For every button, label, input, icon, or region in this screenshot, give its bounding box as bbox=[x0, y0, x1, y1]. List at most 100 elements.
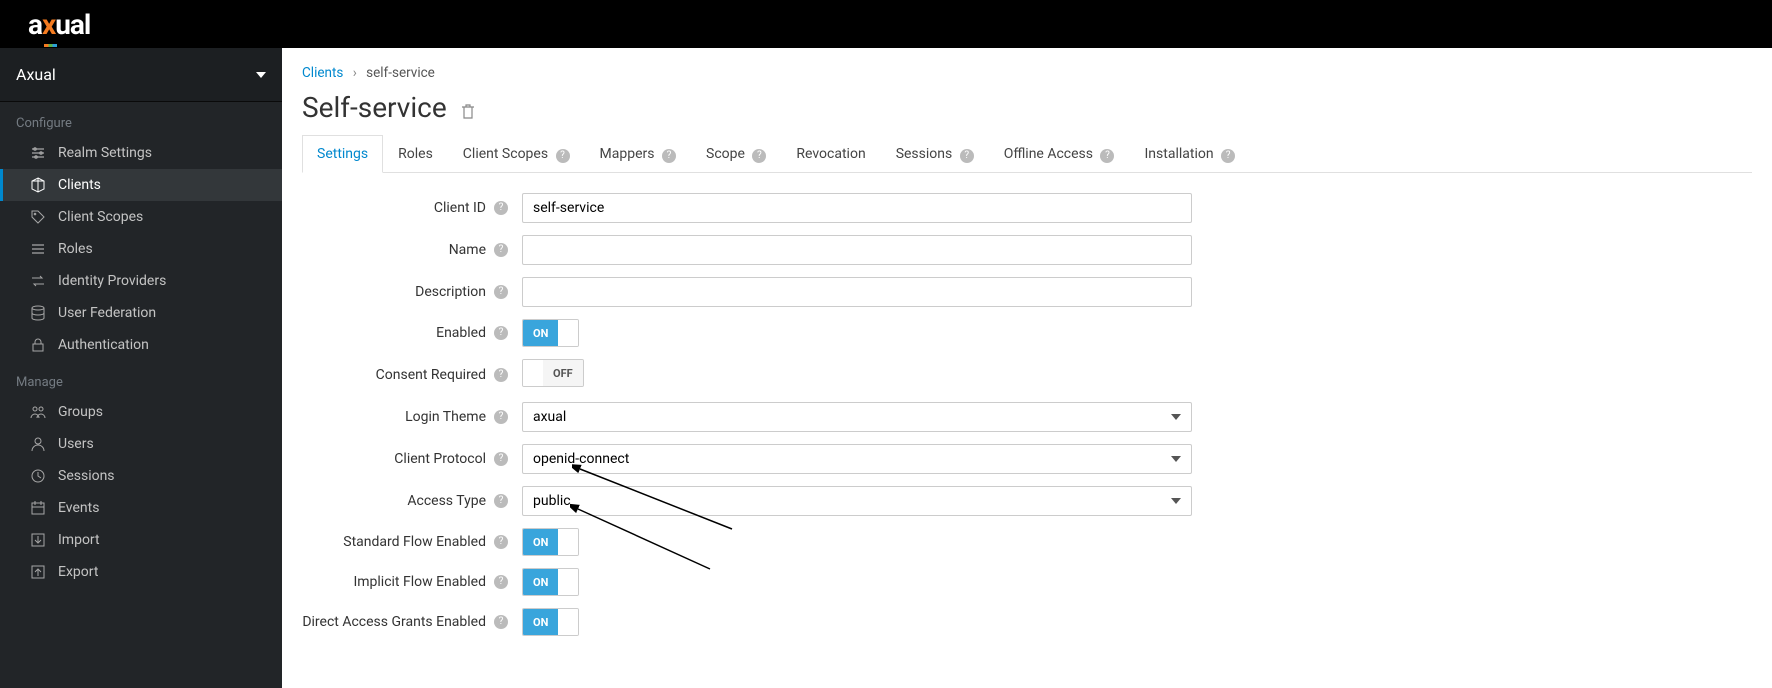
sidebar-item-authentication[interactable]: Authentication bbox=[0, 329, 282, 361]
form-row-name: Name ? bbox=[302, 235, 1752, 265]
help-icon[interactable]: ? bbox=[494, 615, 508, 629]
label-consent-required: Consent Required ? bbox=[302, 367, 522, 383]
toggle-standard-flow[interactable]: ON OFF bbox=[522, 528, 579, 556]
select-login-theme[interactable]: axual bbox=[522, 402, 1192, 432]
form-row-direct-access: Direct Access Grants Enabled ? ON OFF bbox=[302, 608, 1752, 636]
label-description: Description ? bbox=[302, 284, 522, 300]
label-text: Access Type bbox=[407, 493, 486, 509]
select-client-protocol[interactable]: openid-connect bbox=[522, 444, 1192, 474]
help-icon[interactable]: ? bbox=[494, 285, 508, 299]
form-row-consent-required: Consent Required ? ON OFF bbox=[302, 359, 1752, 390]
help-icon[interactable]: ? bbox=[494, 494, 508, 508]
label-standard-flow: Standard Flow Enabled ? bbox=[302, 534, 522, 550]
tab-label: Offline Access bbox=[1004, 146, 1093, 162]
label-login-theme: Login Theme ? bbox=[302, 409, 522, 425]
tab-label: Sessions bbox=[896, 146, 953, 162]
help-icon[interactable]: ? bbox=[494, 243, 508, 257]
cube-icon bbox=[30, 177, 46, 193]
sidebar-item-sessions[interactable]: Sessions bbox=[0, 460, 282, 492]
breadcrumb-root[interactable]: Clients bbox=[302, 65, 343, 81]
sidebar-item-label: Import bbox=[58, 532, 100, 548]
tabs: Settings Roles Client Scopes ? Mappers ?… bbox=[302, 134, 1752, 173]
help-icon[interactable]: ? bbox=[494, 452, 508, 466]
form-row-client-protocol: Client Protocol ? openid-connect bbox=[302, 444, 1752, 474]
logo: axual bbox=[28, 8, 90, 41]
sidebar-item-events[interactable]: Events bbox=[0, 492, 282, 524]
label-text: Client ID bbox=[434, 200, 486, 216]
sidebar-item-users[interactable]: Users bbox=[0, 428, 282, 460]
select-access-type[interactable]: public bbox=[522, 486, 1192, 516]
breadcrumb-current: self-service bbox=[366, 65, 435, 81]
sidebar-item-label: User Federation bbox=[58, 305, 156, 321]
sidebar-item-import[interactable]: Import bbox=[0, 524, 282, 556]
sidebar-item-clients[interactable]: Clients bbox=[0, 169, 282, 201]
label-text: Consent Required bbox=[376, 367, 486, 383]
sidebar-item-client-scopes[interactable]: Client Scopes bbox=[0, 201, 282, 233]
help-icon[interactable]: ? bbox=[494, 368, 508, 382]
input-description[interactable] bbox=[522, 277, 1192, 307]
label-text: Standard Flow Enabled bbox=[343, 534, 486, 550]
help-icon[interactable]: ? bbox=[1221, 149, 1235, 163]
tab-offline-access[interactable]: Offline Access ? bbox=[989, 135, 1130, 173]
logo-part3: ual bbox=[55, 8, 90, 41]
sidebar-item-groups[interactable]: Groups bbox=[0, 396, 282, 428]
section-manage: Manage bbox=[0, 361, 282, 396]
help-icon[interactable]: ? bbox=[494, 326, 508, 340]
help-icon[interactable]: ? bbox=[752, 149, 766, 163]
page-title: Self-service bbox=[302, 91, 447, 124]
tab-client-scopes[interactable]: Client Scopes ? bbox=[448, 135, 585, 173]
tab-roles[interactable]: Roles bbox=[383, 135, 448, 173]
help-icon[interactable]: ? bbox=[494, 201, 508, 215]
download-icon bbox=[30, 532, 46, 548]
toggle-enabled[interactable]: ON OFF bbox=[522, 319, 579, 347]
breadcrumb-sep: › bbox=[353, 65, 357, 81]
toggle-direct-access[interactable]: ON OFF bbox=[522, 608, 579, 636]
help-icon[interactable]: ? bbox=[494, 535, 508, 549]
help-icon[interactable]: ? bbox=[556, 149, 570, 163]
help-icon[interactable]: ? bbox=[494, 410, 508, 424]
label-name: Name ? bbox=[302, 242, 522, 258]
sidebar-item-roles[interactable]: Roles bbox=[0, 233, 282, 265]
help-icon[interactable]: ? bbox=[494, 575, 508, 589]
trash-icon[interactable] bbox=[461, 103, 475, 119]
breadcrumb: Clients › self-service bbox=[282, 48, 1772, 91]
help-icon[interactable]: ? bbox=[662, 149, 676, 163]
list-icon bbox=[30, 241, 46, 257]
tab-scope[interactable]: Scope ? bbox=[691, 135, 781, 173]
database-icon bbox=[30, 305, 46, 321]
sidebar-item-export[interactable]: Export bbox=[0, 556, 282, 588]
sidebar-item-label: Users bbox=[58, 436, 94, 452]
toggle-implicit-flow[interactable]: ON OFF bbox=[522, 568, 579, 596]
tab-label: Scope bbox=[706, 146, 745, 162]
toggle-consent-required[interactable]: ON OFF bbox=[522, 359, 584, 387]
chevron-down-icon bbox=[256, 70, 266, 80]
input-name[interactable] bbox=[522, 235, 1192, 265]
tab-label: Mappers bbox=[600, 146, 655, 162]
tab-label: Installation bbox=[1144, 146, 1213, 162]
toggle-indicator bbox=[558, 320, 578, 346]
label-text: Implicit Flow Enabled bbox=[353, 574, 486, 590]
tab-settings[interactable]: Settings bbox=[302, 135, 383, 173]
label-text: Client Protocol bbox=[394, 451, 486, 467]
form-row-enabled: Enabled ? ON OFF bbox=[302, 319, 1752, 347]
realm-name: Axual bbox=[16, 65, 56, 84]
sidebar: Axual Configure Realm Settings Clients C… bbox=[0, 48, 282, 688]
section-configure: Configure bbox=[0, 102, 282, 137]
form-row-standard-flow: Standard Flow Enabled ? ON OFF bbox=[302, 528, 1752, 556]
tab-installation[interactable]: Installation ? bbox=[1129, 135, 1250, 173]
sidebar-item-user-federation[interactable]: User Federation bbox=[0, 297, 282, 329]
tab-revocation[interactable]: Revocation bbox=[781, 135, 880, 173]
toggle-on-label: ON bbox=[523, 609, 558, 635]
input-client-id[interactable] bbox=[522, 193, 1192, 223]
toggle-on-label: ON bbox=[523, 320, 558, 346]
tab-mappers[interactable]: Mappers ? bbox=[585, 135, 691, 173]
sidebar-item-realm-settings[interactable]: Realm Settings bbox=[0, 137, 282, 169]
help-icon[interactable]: ? bbox=[1100, 149, 1114, 163]
realm-selector[interactable]: Axual bbox=[0, 48, 282, 102]
tab-sessions[interactable]: Sessions ? bbox=[881, 135, 989, 173]
help-icon[interactable]: ? bbox=[960, 149, 974, 163]
sidebar-item-identity-providers[interactable]: Identity Providers bbox=[0, 265, 282, 297]
sidebar-item-label: Sessions bbox=[58, 468, 115, 484]
upload-icon bbox=[30, 564, 46, 580]
toggle-on-label: ON bbox=[523, 569, 558, 595]
